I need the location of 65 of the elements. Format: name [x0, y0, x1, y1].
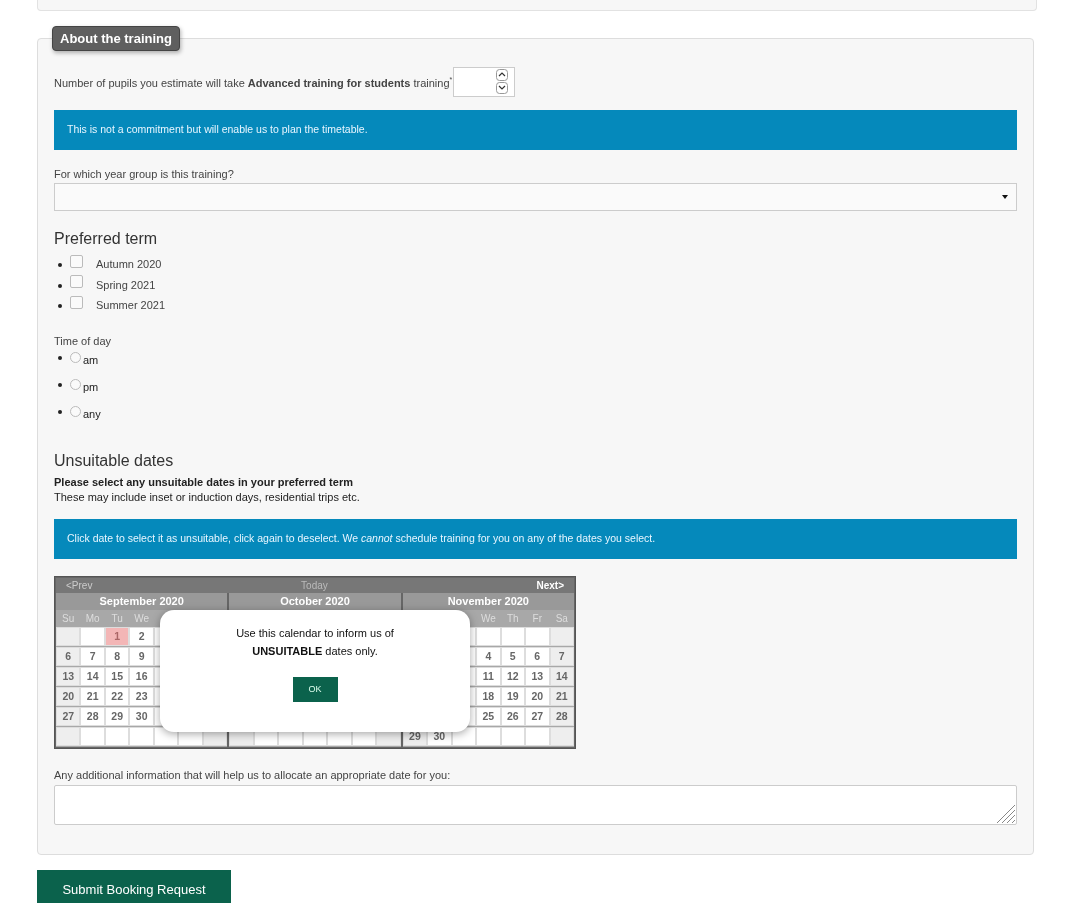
number-input[interactable] — [453, 67, 516, 97]
day-cell[interactable]: 22 — [104, 686, 130, 706]
day-cell[interactable]: 14 — [80, 666, 105, 686]
day-cell[interactable]: 6 — [525, 646, 550, 666]
day-cell[interactable]: 28 — [80, 706, 105, 726]
hint-text: These may include inset or induction days, residential trips etc. — [54, 490, 361, 503]
checkbox-label[interactable]: Summer 2021 — [96, 299, 166, 312]
day-cell[interactable]: 14 — [549, 666, 574, 686]
radio-button[interactable] — [70, 378, 81, 390]
submit-button[interactable]: Submit Booking Request — [37, 870, 231, 903]
radio-label[interactable]: am — [83, 354, 99, 366]
checkbox-label[interactable]: Autumn 2020 — [96, 258, 162, 271]
day-cell[interactable]: 9 — [129, 646, 154, 666]
day-cell[interactable]: 2 — [129, 626, 154, 646]
subheading: Please select any unsuitable dates in your preferred term — [54, 475, 354, 488]
day-cell[interactable]: 29 — [104, 706, 130, 726]
caret-icon — [1002, 195, 1008, 199]
radio-label[interactable]: any — [83, 408, 101, 420]
day-cell[interactable]: 4 — [476, 646, 501, 666]
section-heading: Preferred term — [54, 230, 159, 248]
day-cell[interactable]: 19 — [500, 686, 526, 706]
additional-info-field[interactable] — [54, 784, 1017, 825]
checkbox[interactable] — [70, 275, 83, 289]
day-cell[interactable]: 11 — [476, 666, 501, 686]
day-cell[interactable]: 8 — [104, 646, 130, 666]
section-heading: Unsuitable dates — [54, 451, 175, 470]
radio-label[interactable]: pm — [83, 381, 99, 393]
ok-button[interactable]: OK — [292, 676, 338, 702]
day-cell[interactable]: 30 — [129, 706, 154, 726]
day-cell[interactable]: 27 — [525, 706, 550, 726]
day-cell[interactable]: 26 — [500, 706, 526, 726]
day-cell[interactable]: 16 — [129, 666, 154, 686]
day-cell[interactable]: 23 — [129, 686, 154, 706]
radio-button[interactable] — [70, 405, 81, 417]
day-cell[interactable]: 7 — [80, 646, 105, 666]
day-cell[interactable]: 18 — [476, 686, 501, 706]
field-label: Any additional information that will help us to allocate an appropriate date for you: — [54, 768, 452, 781]
spinner-icon[interactable] — [496, 69, 509, 95]
radio-button[interactable] — [70, 351, 81, 363]
day-cell[interactable]: 21 — [549, 686, 574, 706]
day-cell[interactable]: 21 — [80, 686, 105, 706]
day-cell[interactable]: 27 — [56, 706, 81, 726]
day-cell[interactable]: 5 — [500, 646, 526, 666]
day-cell[interactable]: 6 — [56, 646, 81, 666]
day-cell[interactable]: 13 — [56, 666, 81, 686]
checkbox[interactable] — [70, 295, 83, 309]
day-cell[interactable]: 7 — [549, 646, 574, 666]
next-link[interactable]: Next> — [536, 579, 564, 591]
field-label: Time of day — [54, 334, 113, 347]
section-legend: About the training — [52, 26, 180, 51]
day-cell[interactable]: 28 — [549, 706, 574, 726]
info-banner: This is not a commitment but will enable us to plan the timetable. — [54, 110, 1017, 150]
day-cell[interactable]: 12 — [500, 666, 526, 686]
field-label: Number of pupils you estimate will take Advanced training for students training$^{*}$ — [54, 75, 453, 89]
day-cell[interactable]: 25 — [476, 706, 501, 726]
day-cell[interactable]: 13 — [525, 666, 550, 686]
info-banner: Click date to select it as unsuitable, click again to deselect. We cannot schedule training for you on any of the dates you select. — [54, 518, 1017, 559]
year-group-select[interactable] — [54, 183, 1017, 211]
dialog-message: Use this calendar to inform us of UNSUITABLE dates only. — [235, 625, 395, 659]
day-cell[interactable]: 15 — [104, 666, 130, 686]
day-cell[interactable]: 20 — [56, 686, 81, 706]
day-cell[interactable]: 20 — [525, 686, 550, 706]
field-label: For which year group is this training? — [54, 168, 235, 180]
checkbox[interactable] — [70, 254, 83, 268]
checkbox-label[interactable]: Spring 2021 — [96, 278, 156, 291]
